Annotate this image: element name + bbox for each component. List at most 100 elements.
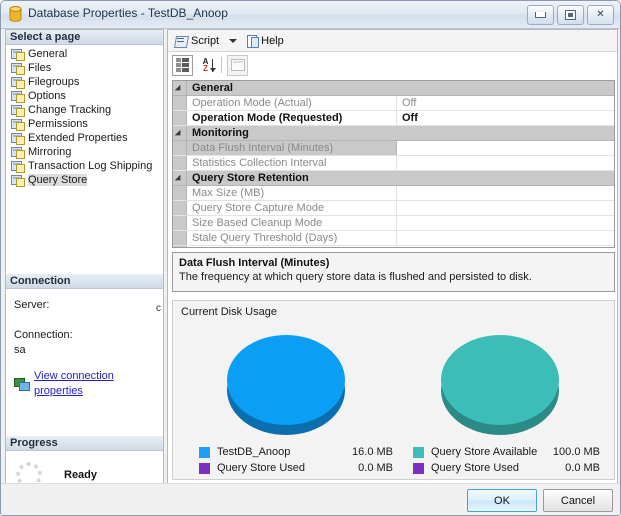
- property-grid-category-row[interactable]: Monitoring: [173, 126, 614, 141]
- connection-body: Server: Connection: sa View connection p…: [6, 289, 163, 399]
- sidebar-item-label: Options: [28, 90, 66, 102]
- sidebar-item-label: Transaction Log Shipping: [28, 160, 153, 172]
- property-value[interactable]: [397, 156, 614, 170]
- sidebar-item-mirroring[interactable]: Mirroring: [9, 145, 163, 159]
- page-icon: [11, 160, 25, 173]
- legend-swatch: [199, 462, 210, 474]
- sidebar-item-query-store[interactable]: Query Store: [9, 173, 163, 187]
- property-value[interactable]: Off: [397, 111, 614, 125]
- sidebar-item-general[interactable]: General: [9, 47, 163, 61]
- property-grid-row[interactable]: Statistics Collection Interval: [173, 156, 614, 171]
- sidebar-item-transaction-log-shipping[interactable]: Transaction Log Shipping: [9, 159, 163, 173]
- property-value[interactable]: [397, 231, 614, 245]
- property-grid-row[interactable]: Operation Mode (Requested) Off: [173, 111, 614, 126]
- legend-value: 16.0 MB: [352, 446, 393, 458]
- help-icon: [247, 34, 260, 48]
- sidebar-item-change-tracking[interactable]: Change Tracking: [9, 103, 163, 117]
- sidebar-item-files[interactable]: Files: [9, 61, 163, 75]
- cancel-button[interactable]: Cancel: [543, 489, 613, 512]
- property-grid-row[interactable]: Data Flush Interval (Minutes): [173, 141, 614, 156]
- right-pane: Script Help AZ General Operation Mode (A…: [167, 29, 618, 506]
- legend-value: 100.0 MB: [552, 446, 600, 458]
- minimize-button[interactable]: [527, 5, 554, 25]
- property-grid-toolbar: AZ: [168, 52, 617, 78]
- property-grid-row[interactable]: Max Size (MB): [173, 186, 614, 201]
- row-gutter: [173, 96, 187, 110]
- sidebar-item-options[interactable]: Options: [9, 89, 163, 103]
- select-a-page-header: Select a page: [6, 30, 163, 45]
- property-value[interactable]: [397, 186, 614, 200]
- sort-az-icon: AZ: [202, 57, 209, 73]
- legend-value: 0.0 MB: [358, 462, 393, 474]
- page-icon: [11, 76, 25, 89]
- title-bar: Database Properties - TestDB_Anoop ✕: [1, 1, 620, 29]
- connection-value: sa: [14, 344, 26, 356]
- progress-section: Progress Ready: [6, 436, 163, 488]
- property-value[interactable]: Off: [397, 96, 614, 110]
- sidebar-item-filegroups[interactable]: Filegroups: [9, 75, 163, 89]
- page-icon: [11, 90, 25, 103]
- legend-label: Query Store Used: [217, 462, 306, 474]
- description-box: Data Flush Interval (Minutes) The freque…: [172, 252, 615, 292]
- property-value[interactable]: [397, 201, 614, 215]
- property-grid[interactable]: General Operation Mode (Actual) Off Operati…: [172, 80, 615, 248]
- script-toolbar: Script Help: [168, 30, 617, 52]
- page-icon: [11, 174, 25, 187]
- property-grid-category-row[interactable]: Query Store Retention: [173, 171, 614, 186]
- property-value[interactable]: [397, 141, 614, 155]
- category-label: General: [192, 82, 233, 94]
- page-icon: [11, 62, 25, 75]
- dialog-footer: OK Cancel: [1, 483, 620, 515]
- row-gutter: [173, 216, 187, 230]
- view-connection-properties-link[interactable]: View connection properties: [34, 369, 155, 399]
- property-name: Statistics Collection Interval: [187, 156, 397, 170]
- stray-character: c: [156, 303, 161, 314]
- property-pages-button: [227, 54, 248, 76]
- script-button[interactable]: Script: [173, 35, 221, 48]
- server-label: Server:: [14, 299, 50, 311]
- query-store-pie-chart: [441, 335, 559, 435]
- sidebar-item-permissions[interactable]: Permissions: [9, 117, 163, 131]
- chevron-down-icon[interactable]: [229, 38, 238, 43]
- property-grid-row[interactable]: Stale Query Threshold (Days): [173, 231, 614, 246]
- legend-label: Query Store Used: [431, 462, 520, 474]
- row-gutter: [173, 111, 187, 125]
- connection-section: Connection Server: Connection: sa View c…: [6, 274, 163, 399]
- connection-label: Connection:: [14, 329, 73, 341]
- database-pie-chart: [227, 335, 345, 435]
- collapse-triangle-icon: [174, 174, 184, 184]
- ok-button[interactable]: OK: [467, 489, 537, 512]
- category-label: Query Store Retention: [192, 172, 309, 184]
- collapse-toggle[interactable]: [173, 171, 187, 185]
- property-name: Max Size (MB): [187, 186, 397, 200]
- maximize-button[interactable]: [557, 5, 584, 25]
- collapse-toggle[interactable]: [173, 81, 187, 95]
- close-button[interactable]: ✕: [587, 5, 614, 25]
- property-name: Stale Query Threshold (Days): [187, 231, 397, 245]
- sidebar-item-label: Change Tracking: [28, 104, 112, 116]
- property-grid-row[interactable]: Query Store Capture Mode: [173, 201, 614, 216]
- property-grid-category-row[interactable]: General: [173, 81, 614, 96]
- collapse-toggle[interactable]: [173, 126, 187, 140]
- description-body: The frequency at which query store data …: [179, 271, 532, 283]
- legend-item: Query Store Used 0.0 MB: [199, 460, 393, 476]
- property-pages-icon: [230, 59, 245, 71]
- page-list: General Files Filegroups Options Change Trac…: [6, 45, 163, 187]
- categorized-icon: [176, 58, 189, 72]
- sidebar-item-label: Files: [28, 62, 52, 74]
- alphabetical-sort-button[interactable]: AZ: [195, 54, 216, 76]
- view-connection-properties[interactable]: View connection properties: [14, 369, 155, 399]
- row-gutter: [173, 186, 187, 200]
- row-gutter: [173, 231, 187, 245]
- property-grid-row[interactable]: Size Based Cleanup Mode: [173, 216, 614, 231]
- help-button[interactable]: Help: [245, 34, 286, 48]
- property-value[interactable]: [397, 216, 614, 230]
- property-grid-row[interactable]: Operation Mode (Actual) Off: [173, 96, 614, 111]
- sidebar-item-label: Extended Properties: [28, 132, 128, 144]
- window-controls: ✕: [527, 5, 614, 25]
- left-pane: Select a page General Files Filegroups Opti…: [5, 29, 164, 488]
- row-gutter: [173, 141, 187, 155]
- categorized-view-button[interactable]: [172, 54, 193, 76]
- row-gutter: [173, 156, 187, 170]
- sidebar-item-extended-properties[interactable]: Extended Properties: [9, 131, 163, 145]
